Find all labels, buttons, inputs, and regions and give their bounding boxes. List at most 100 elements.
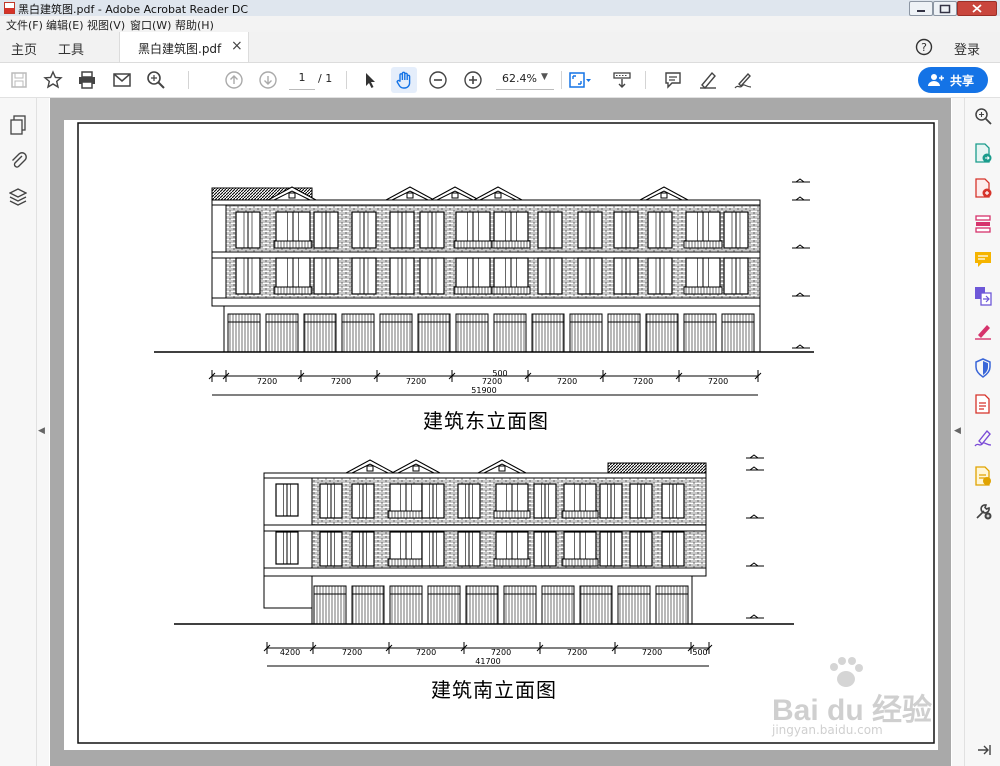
level-triangle bbox=[748, 614, 760, 619]
menu-window[interactable]: 窗口(W) bbox=[130, 17, 171, 33]
page-thumbnails-icon[interactable] bbox=[9, 115, 27, 138]
south-dim-2: 7200 bbox=[416, 648, 436, 657]
fill-sign-icon[interactable] bbox=[974, 322, 992, 343]
email-icon[interactable] bbox=[109, 67, 135, 93]
balcony-rail bbox=[561, 558, 599, 567]
sign-icon[interactable] bbox=[730, 67, 756, 93]
shopfront bbox=[503, 585, 537, 625]
south-dim-total: 41700 bbox=[475, 657, 500, 666]
zoom-level-value: 62.4% bbox=[502, 72, 537, 85]
highlight-pen-icon[interactable] bbox=[695, 67, 721, 93]
login-link[interactable]: 登录 bbox=[954, 39, 980, 58]
next-page-icon[interactable] bbox=[255, 67, 281, 93]
level-triangle bbox=[748, 514, 760, 519]
export-pdf-icon[interactable] bbox=[974, 143, 992, 166]
shopfront bbox=[417, 313, 451, 353]
scroll-mode-icon[interactable] bbox=[609, 67, 635, 93]
tab-document[interactable]: 黑白建筑图.pdf × bbox=[119, 32, 249, 62]
east-dim-7: 7200 bbox=[708, 377, 728, 386]
level-triangle bbox=[748, 562, 760, 567]
level-triangle bbox=[748, 454, 760, 459]
search-zoom-icon[interactable] bbox=[974, 107, 992, 128]
balcony-rail bbox=[453, 286, 493, 295]
east-dim-5: 7200 bbox=[557, 377, 577, 386]
maximize-button[interactable] bbox=[933, 1, 957, 16]
send-for-review-icon[interactable] bbox=[974, 466, 992, 489]
zoom-in-icon[interactable] bbox=[460, 67, 486, 93]
right-pane-gutter: ◀ bbox=[952, 98, 964, 766]
south-dim-0: 4200 bbox=[280, 648, 300, 657]
balcony-rail bbox=[491, 240, 531, 249]
shopfront bbox=[265, 313, 299, 353]
organize-pages-icon[interactable] bbox=[974, 214, 992, 237]
gable-vent bbox=[366, 465, 374, 472]
gable-vent bbox=[412, 465, 420, 472]
page-number-input[interactable]: 1 bbox=[289, 71, 315, 90]
minimize-button[interactable] bbox=[909, 1, 933, 16]
select-cursor-icon[interactable] bbox=[357, 67, 383, 93]
level-triangle bbox=[794, 344, 806, 349]
tab-home[interactable]: 主页 bbox=[11, 39, 37, 58]
collapse-right-pane-icon[interactable] bbox=[976, 743, 992, 760]
menu-file[interactable]: 文件(F) bbox=[6, 17, 43, 33]
request-signature-icon[interactable] bbox=[974, 429, 992, 450]
menu-bar: 文件(F) 编辑(E) 视图(V) 窗口(W) 帮助(H) bbox=[0, 16, 1000, 32]
gable-vent bbox=[451, 192, 459, 199]
level-triangle bbox=[794, 178, 806, 183]
gable-vent bbox=[498, 465, 506, 472]
pdf-file-icon bbox=[4, 2, 15, 14]
balcony-rail bbox=[273, 286, 313, 295]
balcony-rail bbox=[561, 510, 599, 519]
right-tools-pane bbox=[964, 98, 1000, 766]
previous-page-icon[interactable] bbox=[221, 67, 247, 93]
window-title: 黑白建筑图.pdf - Adobe Acrobat Reader DC bbox=[18, 3, 249, 16]
shopfront bbox=[493, 313, 527, 353]
comment-icon[interactable] bbox=[660, 67, 686, 93]
east-dim-4: 7200 bbox=[482, 377, 502, 386]
left-pane-gutter: ◀ bbox=[37, 98, 49, 766]
gable-vent bbox=[406, 192, 414, 199]
shopfront bbox=[227, 313, 261, 353]
edit-pdf-icon[interactable] bbox=[974, 394, 992, 417]
zoom-level-dropdown[interactable]: 62.4% ▼ bbox=[496, 71, 554, 90]
save-icon[interactable] bbox=[6, 67, 32, 93]
balcony-rail bbox=[683, 286, 723, 295]
east-dim-6: 7200 bbox=[633, 377, 653, 386]
balcony-rail bbox=[273, 240, 313, 249]
watermark-url: jingyan.baidu.com bbox=[772, 723, 883, 737]
balcony-rail bbox=[493, 558, 531, 567]
share-button[interactable]: 共享 bbox=[918, 67, 988, 93]
menu-help[interactable]: 帮助(H) bbox=[175, 17, 214, 33]
level-triangle bbox=[794, 292, 806, 297]
shopfront bbox=[683, 313, 717, 353]
zoom-out-icon[interactable] bbox=[425, 67, 451, 93]
fit-page-icon[interactable] bbox=[567, 67, 593, 93]
shopfront bbox=[455, 313, 489, 353]
shopfront bbox=[645, 313, 679, 353]
shopfront bbox=[341, 313, 375, 353]
balcony-rail bbox=[491, 286, 531, 295]
comment-tool-icon[interactable] bbox=[974, 251, 992, 272]
tab-tools[interactable]: 工具 bbox=[58, 39, 84, 58]
hand-tool-icon[interactable] bbox=[391, 67, 417, 93]
attachments-icon[interactable] bbox=[9, 150, 27, 173]
close-tab-icon[interactable]: × bbox=[231, 38, 243, 54]
search-icon[interactable] bbox=[143, 67, 169, 93]
expand-right-pane-icon[interactable]: ◀ bbox=[954, 426, 961, 436]
bookmark-star-icon[interactable] bbox=[40, 67, 66, 93]
shopfront bbox=[303, 313, 337, 353]
protect-shield-icon[interactable] bbox=[974, 358, 992, 381]
layers-icon[interactable] bbox=[8, 187, 28, 210]
document-tab-label: 黑白建筑图.pdf bbox=[138, 42, 222, 56]
menu-edit[interactable]: 编辑(E) bbox=[46, 17, 84, 33]
shopfront bbox=[617, 585, 651, 625]
close-window-button[interactable] bbox=[957, 1, 997, 16]
help-icon[interactable]: ? bbox=[915, 38, 933, 56]
menu-view[interactable]: 视图(V) bbox=[87, 17, 125, 33]
more-tools-icon[interactable] bbox=[974, 502, 992, 523]
east-elevation bbox=[154, 178, 814, 396]
expand-left-pane-icon[interactable]: ◀ bbox=[38, 426, 45, 436]
create-pdf-icon[interactable] bbox=[974, 178, 992, 201]
combine-files-icon[interactable] bbox=[974, 286, 992, 309]
print-icon[interactable] bbox=[74, 67, 100, 93]
